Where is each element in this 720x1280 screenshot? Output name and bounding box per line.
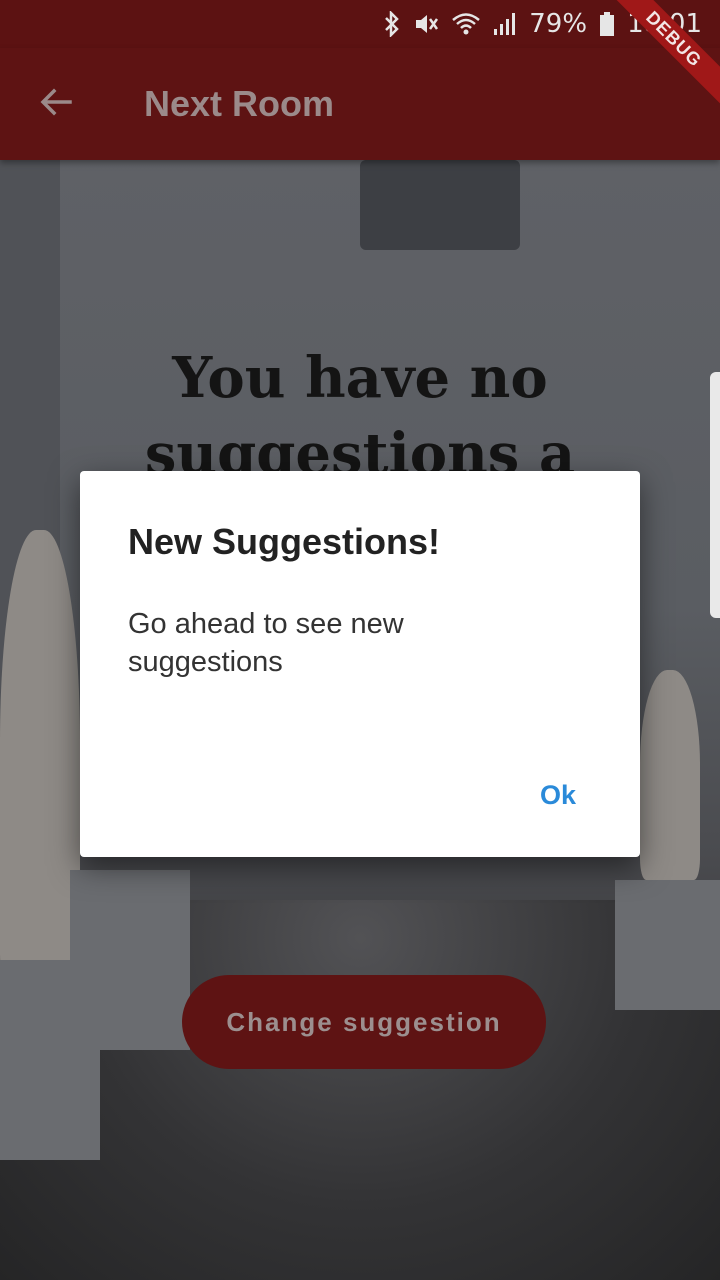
clock: 18:01 [627,9,702,39]
signal-icon [493,11,517,37]
empty-state-heading: You have no suggestions a [144,345,576,487]
statue [0,530,80,1000]
mute-icon [413,11,439,37]
wifi-icon [451,11,481,37]
pedestal [615,880,720,1010]
new-suggestions-dialog: New Suggestions! Go ahead to see new sug… [80,471,640,857]
app-bar: Next Room [0,48,720,160]
page-title: Next Room [144,83,335,124]
change-suggestion-button[interactable]: Change suggestion [182,975,546,1069]
edge-panel-handle[interactable] [710,372,720,618]
dialog-message: Go ahead to see new suggestions [128,608,404,678]
arrow-left-icon [38,84,74,125]
status-bar: 79% 18:01 [0,0,720,48]
battery-icon [599,11,615,37]
statue [640,670,700,880]
pedestal [70,870,190,1050]
dialog-title: New Suggestions! [128,521,441,562]
ceiling-light [360,160,520,250]
back-button[interactable] [16,64,96,144]
bluetooth-icon [383,11,401,37]
battery-level: 79% [529,9,588,39]
ok-button[interactable]: Ok [518,767,598,823]
